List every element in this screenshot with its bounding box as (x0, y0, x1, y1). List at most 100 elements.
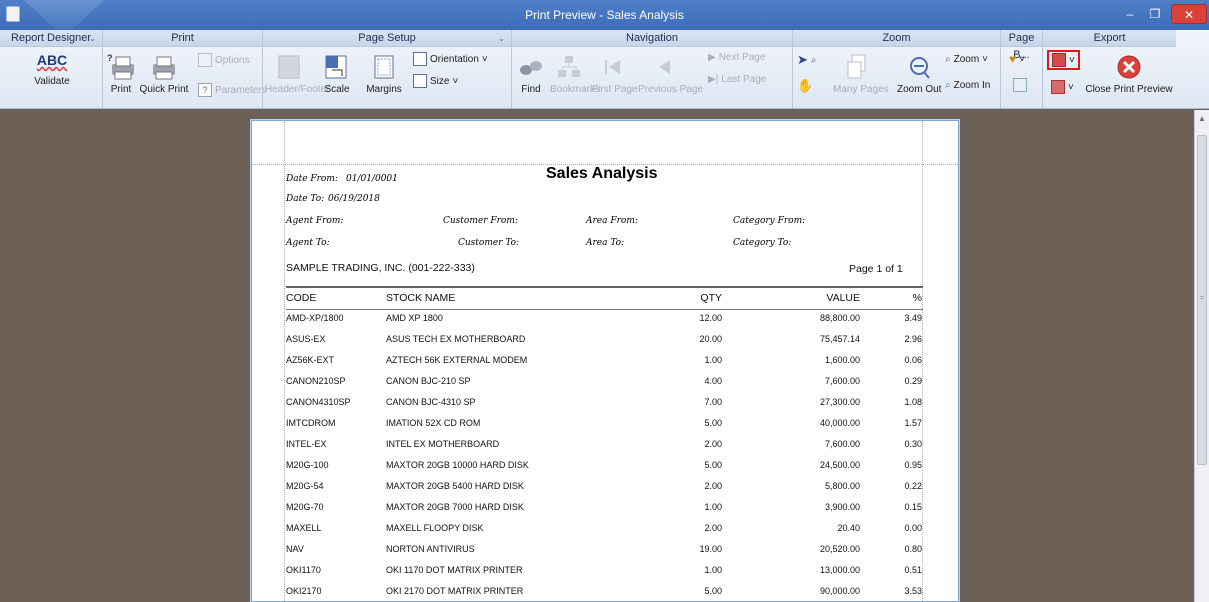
cell-qty: 5.00 (704, 460, 722, 470)
many-pages-button[interactable]: Many Pages (833, 52, 889, 95)
cell-percent: 0.80 (904, 544, 922, 554)
hand-tool-button[interactable]: ✋ (797, 78, 813, 94)
paint-bucket-icon: ♥ (1009, 52, 1017, 66)
many-pages-icon (847, 54, 866, 79)
group-label-navigation: Navigation (626, 32, 678, 44)
zoom-out-button[interactable]: Zoom Out (897, 52, 941, 95)
last-page-button[interactable]: ▶| Last Page (708, 74, 766, 85)
find-button[interactable]: Find (516, 52, 546, 95)
quick-print-button[interactable]: Quick Print (139, 52, 189, 95)
first-page-button[interactable]: First Page (592, 52, 638, 95)
header-rule-bottom (286, 309, 923, 310)
cell-stock-name: AZTECH 56K EXTERNAL MODEM (386, 355, 528, 365)
orientation-icon (413, 52, 427, 66)
cell-code: CANON210SP (286, 376, 346, 386)
group-zoom: Zoom ➤ ⌕ ✋ Many Pages Zoom Out ⌕ Zoom ˅ ⌕ … (793, 30, 1001, 108)
options-icon (198, 53, 212, 67)
cell-stock-name: CANON BJC-4310 SP (386, 397, 476, 407)
zoom-dropdown[interactable]: ⌕ Zoom ˅ (945, 54, 988, 65)
header-footer-label: Header/Footer (265, 84, 330, 95)
validate-button[interactable]: ABC Validate (30, 52, 74, 87)
next-page-button[interactable]: ▶ Next Page (708, 52, 765, 63)
options-button[interactable]: Options (198, 53, 249, 67)
minimize-icon[interactable]: – (1118, 4, 1142, 24)
report-title: Sales Analysis (546, 165, 658, 182)
column-header-code: CODE (286, 292, 317, 304)
pointer-tool-button[interactable]: ➤ ⌕ (797, 52, 817, 68)
cell-percent: 0.00 (904, 523, 922, 533)
bookmarks-button[interactable]: Bookmarks (550, 52, 600, 95)
cell-percent: 0.06 (904, 355, 922, 365)
binoculars-icon (520, 61, 542, 75)
cell-percent: 0.29 (904, 376, 922, 386)
print-button[interactable]: ? Print (105, 52, 137, 95)
group-launcher-icon[interactable]: ⌄ (498, 30, 505, 47)
cell-qty: 4.00 (704, 376, 722, 386)
many-pages-label: Many Pages (833, 84, 889, 95)
cell-code: OKI1170 (286, 565, 321, 575)
column-header-value: VALUE (826, 292, 860, 304)
cell-percent: 1.08 (904, 397, 922, 407)
zoom-in-button[interactable]: ⌕ Zoom In (945, 80, 990, 91)
cell-code: MAXELL (286, 523, 322, 533)
cell-stock-name: MAXTOR 20GB 5400 HARD DISK (386, 481, 524, 491)
page-color-button[interactable]: ♥ ˅ (1009, 52, 1025, 66)
orientation-button[interactable]: Orientation ˅ (413, 52, 488, 66)
validate-label: Validate (34, 76, 70, 87)
cell-code: ASUS-EX (286, 334, 326, 344)
export-to-button[interactable]: ˅ (1047, 50, 1080, 70)
title-bar: Print Preview - Sales Analysis – ❐ ✕ (0, 0, 1209, 30)
margins-button[interactable]: Margins (361, 52, 407, 95)
close-print-preview-button[interactable]: Close Print Preview (1085, 52, 1173, 95)
header-footer-button[interactable]: Header/Footer (265, 52, 330, 95)
date-from-label: Date From: (286, 174, 338, 184)
vertical-scrollbar[interactable]: ▲ = (1194, 110, 1209, 602)
parameters-button[interactable]: ? Parameters (198, 83, 267, 97)
cell-code: NAV (286, 544, 304, 554)
close-icon[interactable]: ✕ (1171, 4, 1207, 24)
maximize-icon[interactable]: ❐ (1143, 4, 1167, 24)
previous-page-button[interactable]: Previous Page (638, 52, 703, 95)
cell-code: CANON4310SP (286, 397, 351, 407)
cell-code: INTEL-EX (286, 439, 327, 449)
scroll-up-icon[interactable]: ▲ (1198, 114, 1206, 123)
next-page-icon: ▶ (708, 52, 716, 63)
group-label-zoom: Zoom (882, 32, 911, 44)
watermark-icon (1013, 78, 1027, 92)
cell-code: AMD-XP/1800 (286, 313, 344, 323)
cell-stock-name: CANON BJC-210 SP (386, 376, 471, 386)
cell-code: IMTCDROM (286, 418, 336, 428)
cell-stock-name: NORTON ANTIVIRUS (386, 544, 475, 554)
margin-guide-right (922, 121, 923, 601)
print-label: Print (110, 84, 132, 95)
zoom-in-label: Zoom In (953, 80, 991, 91)
ribbon: Report Designer ⌄ ABC Validate Print ? Pr… (0, 30, 1209, 109)
cell-percent: 3.49 (904, 313, 922, 323)
close-circle-icon (1117, 55, 1141, 79)
size-button[interactable]: Size ˅ (413, 74, 458, 88)
quick-print-label: Quick Print (139, 84, 189, 95)
send-as-button[interactable]: ˅ (1051, 80, 1074, 94)
cell-value: 7,600.00 (824, 376, 860, 386)
cell-stock-name: MAXTOR 20GB 10000 HARD DISK (386, 460, 529, 470)
cell-value: 13,000.00 (819, 565, 860, 575)
find-label: Find (521, 84, 541, 95)
header-rule-top (286, 286, 923, 288)
column-header-stock-name: STOCK NAME (386, 292, 456, 304)
column-header-qty: QTY (700, 292, 722, 304)
group-label-page-setup: Page Setup (358, 32, 416, 44)
cell-percent: 3.53 (904, 586, 922, 596)
cell-stock-name: MAXTOR 20GB 7000 HARD DISK (386, 502, 524, 512)
cell-code: M20G-70 (286, 502, 324, 512)
scale-button[interactable]: Scale (317, 52, 357, 95)
first-page-icon (605, 60, 620, 74)
watermark-button[interactable] (1013, 78, 1027, 92)
cell-value: 40,000.00 (819, 418, 860, 428)
cell-code: M20G-54 (286, 481, 324, 491)
last-page-icon: ▶| (708, 74, 719, 85)
cell-value: 7,600.00 (824, 439, 860, 449)
group-launcher-icon[interactable]: ⌄ (89, 30, 96, 47)
quick-printer-icon (153, 56, 175, 80)
group-report-designer: Report Designer ⌄ ABC Validate (0, 30, 103, 108)
group-page-background: Page B... ♥ ˅ (1001, 30, 1043, 108)
